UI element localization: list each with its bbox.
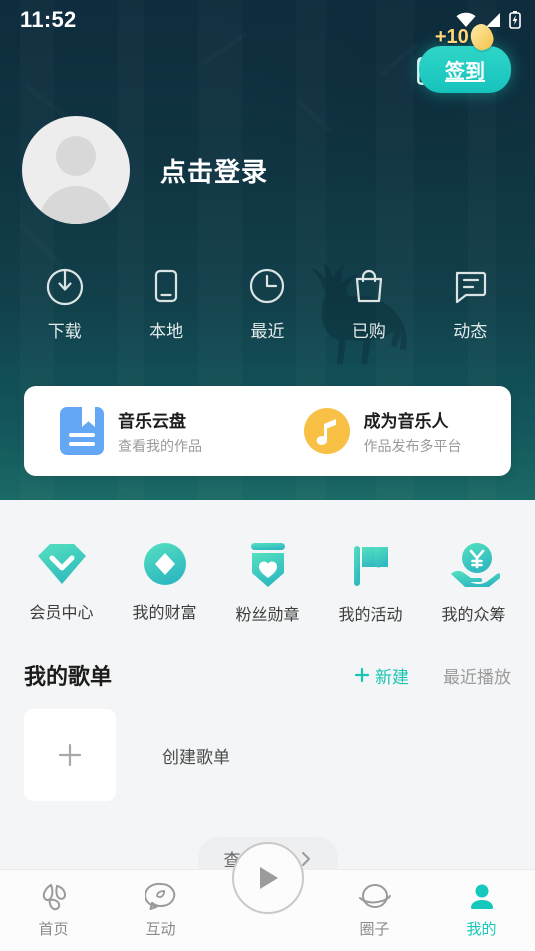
recently-played-button[interactable]: 最近播放 [443, 663, 511, 688]
feature-item-member-center[interactable]: 会员中心 [15, 540, 109, 625]
feature-item-my-activity[interactable]: 我的活动 [324, 540, 418, 625]
signin-bonus-label: +10 [434, 25, 469, 48]
playlist-header: 我的歌单 新建 最近播放 [0, 659, 535, 691]
new-playlist-button[interactable]: 新建 [354, 663, 409, 688]
signin-button[interactable]: 签到 [419, 46, 511, 93]
diamond-chevron-icon [37, 544, 86, 584]
feature-item-fan-badge[interactable]: 粉丝勋章 [221, 540, 315, 625]
bottom-navigation-bar: 首页 互动 圈子 我的 [0, 842, 535, 951]
hand-yuan-icon [450, 543, 500, 587]
cloud-drive-card: 音乐云盘 查看我的作品 成为音乐人 作品发布多平台 [24, 386, 511, 476]
feature-item-my-crowdfunding[interactable]: 我的众筹 [427, 540, 521, 625]
coin-bean-icon [467, 21, 497, 53]
nav-item-mine[interactable]: 我的 [428, 870, 535, 939]
nav-label: 互动 [145, 921, 176, 938]
plus-icon [354, 667, 370, 683]
chat-lines-icon [456, 271, 487, 304]
leaf-home-icon [42, 883, 66, 911]
quick-nav-label: 本地 [149, 322, 184, 341]
cloud-drive-book-icon [60, 407, 104, 455]
become-musician-entry[interactable]: 成为音乐人 作品发布多平台 [268, 407, 512, 456]
nav-item-interact[interactable]: 互动 [107, 870, 214, 939]
clock-icon [250, 268, 285, 304]
nav-label: 首页 [38, 921, 69, 938]
avatar-body-shape [39, 186, 113, 224]
person-icon [470, 884, 493, 909]
quick-nav-item-activity[interactable]: 动态 [432, 266, 508, 342]
quick-nav-item-recent[interactable]: 最近 [229, 266, 305, 342]
new-playlist-label: 新建 [375, 667, 409, 687]
quick-nav-item-download[interactable]: 下载 [27, 266, 103, 342]
nav-label: 我的 [466, 921, 497, 938]
play-button[interactable] [231, 842, 304, 914]
feature-label: 我的活动 [338, 607, 403, 624]
create-playlist-thumbnail[interactable] [24, 709, 116, 801]
mobile-app-screen: 11:52 点击登录 +10 签到 下载 本地 最近 已购 动态 音乐云盘 查看… [0, 0, 535, 951]
login-prompt-label[interactable]: 点击登录 [160, 152, 268, 189]
badge-heart-icon [250, 543, 285, 587]
planet-circle-icon [358, 884, 391, 909]
plus-icon [58, 743, 82, 767]
feature-label: 粉丝勋章 [235, 607, 300, 624]
playlist-section-title: 我的歌单 [24, 664, 113, 689]
battery-icon [509, 11, 521, 29]
flag-icon [353, 546, 388, 586]
quick-nav-label: 下载 [47, 322, 82, 341]
quick-nav-item-purchased[interactable]: 已购 [331, 266, 407, 342]
shopping-bag-icon [355, 269, 382, 303]
quick-nav-label: 已购 [351, 322, 386, 341]
nav-item-play-spacer [214, 842, 321, 914]
avatar-head-shape [56, 136, 96, 176]
create-playlist-label: 创建歌单 [162, 747, 230, 767]
feature-label: 会员中心 [29, 605, 94, 622]
status-bar-clock: 11:52 [20, 7, 77, 32]
quick-nav-row: 下载 本地 最近 已购 动态 [0, 266, 535, 342]
feature-label: 我的财富 [132, 605, 197, 622]
nav-item-home[interactable]: 首页 [0, 870, 107, 939]
card-subtitle: 查看我的作品 [118, 437, 202, 454]
cloud-drive-entry[interactable]: 音乐云盘 查看我的作品 [24, 407, 268, 456]
signin-bonus-badge: +10 [434, 21, 497, 53]
card-subtitle: 作品发布多平台 [363, 437, 462, 454]
feature-item-my-wealth[interactable]: 我的财富 [118, 540, 212, 625]
profile-row[interactable]: 点击登录 [0, 88, 535, 224]
feature-label: 我的众筹 [441, 607, 506, 624]
play-icon [259, 867, 278, 889]
signin-area: +10 签到 [419, 21, 511, 93]
music-note-circle-icon [303, 408, 350, 454]
card-title: 成为音乐人 [363, 411, 449, 431]
card-title: 音乐云盘 [118, 411, 186, 431]
avatar[interactable] [22, 116, 130, 224]
speech-leaf-icon [144, 882, 175, 910]
create-playlist-row[interactable]: 创建歌单 [0, 709, 535, 801]
nav-label: 圈子 [359, 921, 390, 938]
device-icon [154, 269, 178, 303]
coin-circle-icon [143, 543, 186, 585]
nav-item-circle[interactable]: 圈子 [321, 870, 428, 939]
quick-nav-item-local[interactable]: 本地 [128, 266, 204, 342]
chevron-right-icon [301, 851, 310, 866]
download-circle-icon [46, 268, 83, 306]
feature-grid: 会员中心 我的财富 粉丝勋章 我的活动 我的众筹 [0, 540, 535, 625]
quick-nav-label: 最近 [250, 322, 285, 341]
quick-nav-label: 动态 [453, 322, 488, 341]
